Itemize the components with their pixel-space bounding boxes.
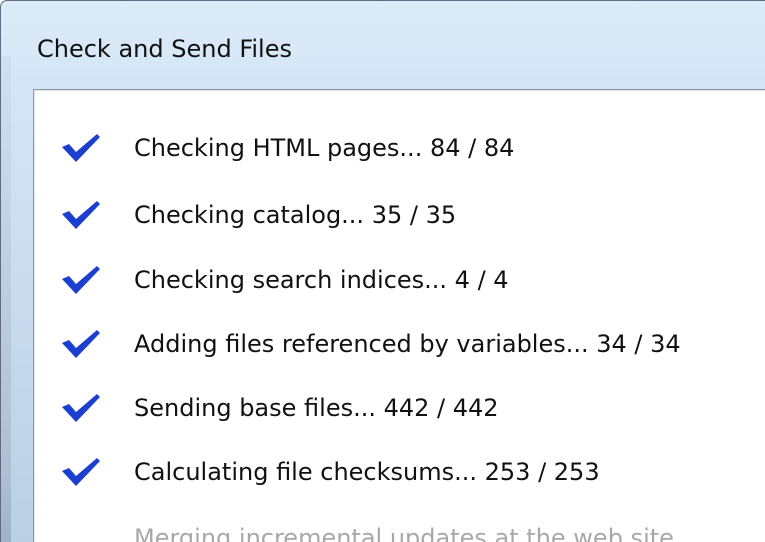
step-label: Checking catalog... 35 / 35	[134, 201, 457, 229]
step-label: Checking HTML pages... 84 / 84	[134, 134, 515, 162]
step-label-pending: Merging incremental updates at the web s…	[134, 524, 697, 542]
checkmark-icon	[62, 201, 100, 229]
checkmark-icon	[62, 134, 100, 162]
checkmark-icon	[62, 458, 100, 486]
step-row-calculate-checksums: Calculating file checksums... 253 / 253	[34, 453, 765, 493]
step-label: Calculating file checksums... 253 / 253	[134, 458, 600, 486]
step-row-check-search-indices: Checking search indices... 4 / 4	[34, 261, 765, 301]
check-and-send-files-dialog: Check and Send Files Checking HTML pages…	[0, 0, 765, 542]
window-frame-edge	[1, 56, 11, 542]
window-title: Check and Send Files	[37, 35, 292, 63]
progress-panel: Checking HTML pages... 84 / 84 Checking …	[33, 89, 765, 542]
checkmark-icon	[62, 394, 100, 422]
step-row-check-html-pages: Checking HTML pages... 84 / 84	[34, 129, 765, 169]
step-row-send-base-files: Sending base files... 442 / 442	[34, 389, 765, 429]
checkmark-icon	[62, 266, 100, 294]
step-label: Checking search indices... 4 / 4	[134, 266, 509, 294]
step-label: Sending base files... 442 / 442	[134, 394, 499, 422]
screen: Check and Send Files Checking HTML pages…	[0, 0, 765, 542]
step-row-add-variable-files: Adding files referenced by variables... …	[34, 325, 765, 365]
checkmark-icon	[62, 330, 100, 358]
step-row-check-catalog: Checking catalog... 35 / 35	[34, 196, 765, 236]
step-label: Adding files referenced by variables... …	[134, 330, 681, 358]
step-row-merge-updates: Merging incremental updates at the web s…	[34, 519, 765, 542]
